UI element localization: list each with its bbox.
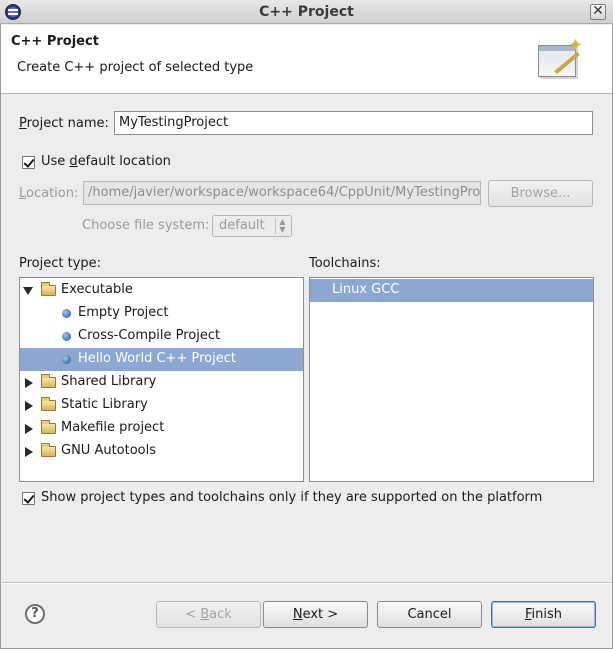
folder-icon xyxy=(41,397,56,411)
tree-item-label: Static Library xyxy=(61,397,148,412)
finish-button[interactable]: Finish xyxy=(491,601,596,628)
toolchains-label: Toolchains: xyxy=(309,256,381,271)
help-icon[interactable]: ? xyxy=(25,604,45,624)
project-name-label: Project name: xyxy=(19,116,109,131)
tree-item-label: Hello World C++ Project xyxy=(78,351,236,366)
file-system-label: Choose file system: xyxy=(82,218,210,233)
location-input[interactable]: /home/javier/workspace/workspace64/CppUn… xyxy=(83,181,481,205)
tree-item-executable[interactable]: Executable xyxy=(20,279,303,302)
footer-separator xyxy=(2,582,611,584)
collapsed-arrow-icon[interactable] xyxy=(25,378,33,388)
wizard-header: C++ Project Create C++ project of select… xyxy=(0,25,613,94)
folder-icon xyxy=(41,420,56,434)
tree-item-label: Makefile project xyxy=(61,420,165,435)
use-default-location-checkbox[interactable] xyxy=(22,156,35,169)
tree-item-cross-compile-project[interactable]: Cross-Compile Project xyxy=(20,325,303,348)
new-project-wizard-icon: ✦ xyxy=(538,35,586,81)
folder-open-icon xyxy=(41,282,56,296)
wizard-page-description: Create C++ project of selected type xyxy=(17,60,254,75)
next-button[interactable]: Next > xyxy=(263,601,368,628)
expanded-arrow-icon[interactable] xyxy=(23,287,33,295)
tree-item-gnu-autotools[interactable]: GNU Autotools xyxy=(20,440,303,463)
folder-icon xyxy=(41,443,56,457)
tree-item-label: Shared Library xyxy=(61,374,157,389)
tree-item-empty-project[interactable]: Empty Project xyxy=(20,302,303,325)
file-system-select[interactable]: default ▲ ▼ xyxy=(212,215,292,237)
cancel-button[interactable]: Cancel xyxy=(377,601,482,628)
project-template-icon xyxy=(62,332,71,341)
back-button[interactable]: < Back xyxy=(156,601,261,628)
project-type-tree[interactable]: Executable Empty Project Cross-Compile P… xyxy=(19,277,304,482)
location-label: Location: xyxy=(19,186,79,201)
project-type-label: Project type: xyxy=(19,256,102,271)
window-titlebar: C++ Project ✕ xyxy=(0,0,613,24)
tree-item-shared-library[interactable]: Shared Library xyxy=(20,371,303,394)
tree-item-static-library[interactable]: Static Library xyxy=(20,394,303,417)
close-window-button[interactable]: ✕ xyxy=(590,4,606,20)
tree-item-label: Executable xyxy=(61,282,133,297)
browse-button[interactable]: Browse... xyxy=(488,180,593,207)
wizard-page-title: C++ Project xyxy=(11,34,99,49)
supported-only-label: Show project types and toolchains only i… xyxy=(41,490,543,505)
file-system-value: default xyxy=(219,218,265,233)
supported-only-checkbox[interactable] xyxy=(22,492,35,505)
tree-item-label: Cross-Compile Project xyxy=(78,328,221,343)
collapsed-arrow-icon[interactable] xyxy=(25,401,33,411)
tree-item-label: Empty Project xyxy=(78,305,169,320)
folder-icon xyxy=(41,374,56,388)
tree-item-hello-world-cpp-project[interactable]: Hello World C++ Project xyxy=(20,348,303,371)
toolchains-list[interactable]: Linux GCC xyxy=(309,277,594,482)
tree-item-label: GNU Autotools xyxy=(61,443,157,458)
tree-item-makefile-project[interactable]: Makefile project xyxy=(20,417,303,440)
spinner-arrows-icon: ▲ ▼ xyxy=(275,218,289,234)
collapsed-arrow-icon[interactable] xyxy=(25,447,33,457)
toolchain-item-label: Linux GCC xyxy=(332,282,400,297)
window-title: C++ Project xyxy=(259,4,354,20)
use-default-location-label: Use default location xyxy=(41,154,171,169)
project-template-icon xyxy=(62,309,71,318)
project-template-icon xyxy=(62,355,71,364)
collapsed-arrow-icon[interactable] xyxy=(25,424,33,434)
project-name-input[interactable]: MyTestingProject xyxy=(114,111,593,135)
toolchain-item-linux-gcc[interactable]: Linux GCC xyxy=(310,279,593,302)
